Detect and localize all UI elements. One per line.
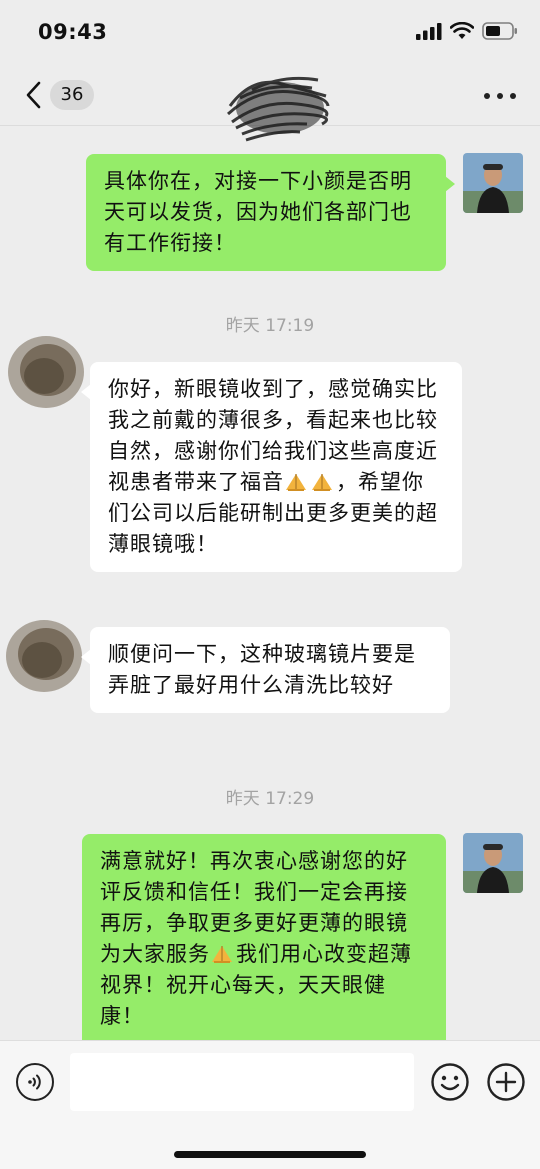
battery-icon	[482, 22, 517, 40]
message-text: 顺便问一下，这种玻璃镜片要是弄脏了最好用什么清洗比较好	[108, 642, 416, 697]
message-text-input[interactable]	[70, 1053, 414, 1111]
status-icons	[416, 22, 518, 40]
home-indicator[interactable]	[174, 1151, 366, 1158]
redacted-contact-name	[226, 76, 330, 142]
incoming-message-bubble[interactable]: 你好，新眼镜收到了，感觉确实比我之前戴的薄很多，看起来也比较自然，感谢你们给我们…	[81, 362, 462, 572]
wifi-icon	[450, 22, 474, 39]
folded-hands-emoji-icon	[310, 470, 334, 492]
emoji-icon	[431, 1063, 469, 1101]
message-text: 具体你在，对接一下小颜是否明天可以发货，因为她们各部门也有工作衔接！	[104, 169, 412, 255]
contact-avatar[interactable]	[2, 614, 86, 698]
folded-hands-emoji-icon	[210, 942, 234, 964]
voice-icon	[28, 1074, 41, 1090]
message-input-bar	[0, 1040, 540, 1169]
contact-avatar[interactable]	[4, 330, 88, 414]
voice-input-button[interactable]	[16, 1063, 54, 1101]
chevron-left-icon	[26, 81, 41, 109]
folded-hands-emoji-icon	[284, 470, 308, 492]
plus-icon	[487, 1063, 525, 1101]
dot-icon	[497, 93, 503, 99]
incoming-message-bubble[interactable]: 顺便问一下，这种玻璃镜片要是弄脏了最好用什么清洗比较好	[81, 627, 450, 713]
message-timestamp: 昨天 17:19	[225, 316, 315, 336]
outgoing-message-bubble[interactable]: 满意就好！再次衷心感谢您的好评反馈和信任！我们一定会再接再厉，争取更多更好更薄的…	[82, 834, 446, 1040]
outgoing-message-bubble[interactable]: 具体你在，对接一下小颜是否明天可以发货，因为她们各部门也有工作衔接！	[86, 154, 455, 271]
status-bar: 09:43	[0, 0, 540, 64]
dot-icon	[484, 93, 490, 99]
unread-count-badge[interactable]: 36	[50, 80, 94, 110]
message-timestamp: 昨天 17:29	[225, 789, 315, 809]
cellular-signal-icon	[416, 23, 442, 40]
back-button[interactable]	[18, 78, 48, 112]
status-time: 09:43	[38, 20, 108, 44]
chat-nav-bar: 36	[0, 64, 540, 142]
more-actions-button[interactable]	[486, 1062, 526, 1102]
my-avatar[interactable]	[463, 153, 523, 213]
emoji-button[interactable]	[430, 1062, 470, 1102]
my-avatar[interactable]	[463, 833, 523, 893]
dot-icon	[510, 93, 516, 99]
more-options-button[interactable]	[484, 86, 516, 106]
